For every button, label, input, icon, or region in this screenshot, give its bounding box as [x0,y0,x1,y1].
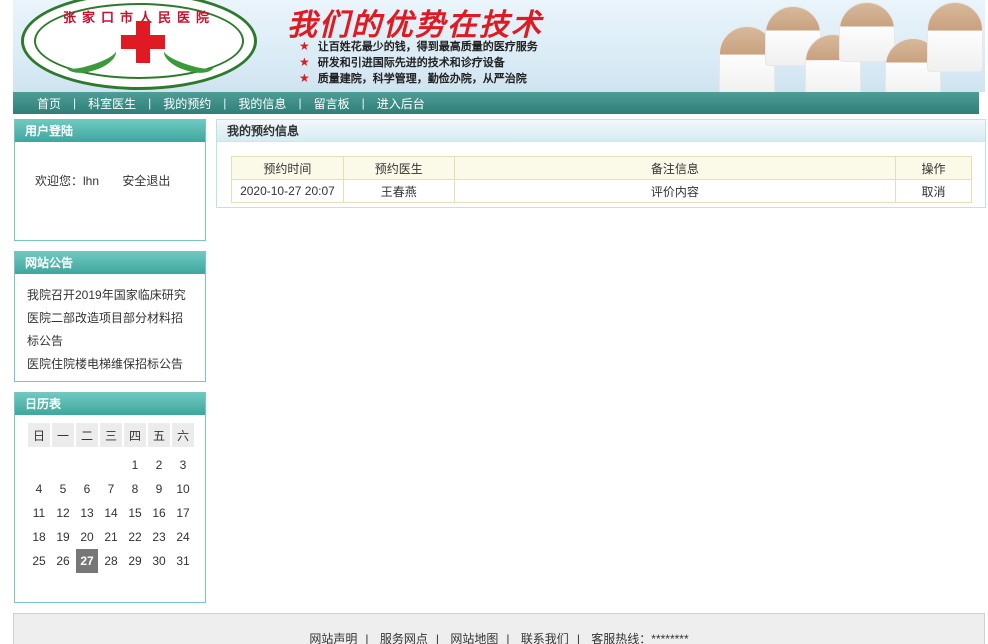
appointments-table: 预约时间 预约医生 备注信息 操作 2020-10-27 20:07 王春燕 评… [231,156,972,203]
nav-item-my-info[interactable]: 我的信息 | [238,95,313,112]
calendar-day [100,453,122,477]
appointments-panel-title: 我的预约信息 [217,120,985,142]
column-header-note: 备注信息 [453,156,897,180]
calendar-day[interactable]: 15 [124,501,146,525]
calendar-week: 4 5 6 7 8 9 10 [28,477,194,501]
calendar-day [28,453,50,477]
weekday-header: 日 [28,423,50,447]
footer-link-service-points[interactable]: 服务网点 [380,632,428,644]
nav-item-admin[interactable]: 进入后台 [377,95,425,112]
calendar-day[interactable]: 31 [172,549,194,573]
star-icon: ★ [299,39,310,53]
main-nav: 首页 | 科室医生 | 我的预约 | 我的信息 | 留言板 | 进入后台 [13,92,979,114]
calendar-day[interactable]: 27 [76,549,98,573]
footer-link-sitemap[interactable]: 网站地图 [450,632,498,644]
table-row: 2020-10-27 20:07 王春燕 评价内容 取消 [231,179,972,203]
calendar-day[interactable]: 26 [52,549,74,573]
doctors-photo [713,0,985,92]
banner-bullet: ★ 研发和引进国际先进的技术和诊疗设备 [299,55,505,69]
nav-item-home[interactable]: 首页 | [37,95,88,112]
calendar-day[interactable]: 1 [124,453,146,477]
login-panel-title: 用户登陆 [15,120,205,142]
calendar-day[interactable]: 24 [172,525,194,549]
cancel-appointment-link[interactable]: 取消 [895,179,972,203]
calendar-day[interactable]: 7 [100,477,122,501]
column-header-time: 预约时间 [231,156,344,180]
notice-item[interactable]: 医院二部改造项目部分材料招标公告 [27,307,193,353]
calendar-day[interactable]: 22 [124,525,146,549]
calendar-day[interactable]: 9 [148,477,170,501]
nav-item-message-board[interactable]: 留言板 | [314,95,377,112]
calendar-day[interactable]: 20 [76,525,98,549]
calendar-day[interactable]: 10 [172,477,194,501]
calendar-day[interactable]: 16 [148,501,170,525]
calendar-day[interactable]: 29 [124,549,146,573]
notice-item[interactable]: 我院召开2019年国家临床研究 [27,284,193,307]
calendar-day [52,453,74,477]
calendar-day[interactable]: 5 [52,477,74,501]
calendar-day[interactable]: 19 [52,525,74,549]
banner-bullet: ★ 质量建院，科学管理，勤俭办院，从严治院 [299,71,527,85]
footer-link-contact[interactable]: 联系我们 [521,632,569,644]
doctor-figure [839,2,895,62]
doctor-figure [927,2,983,72]
nav-item-my-appointments[interactable]: 我的预约 | [163,95,238,112]
column-header-action: 操作 [895,156,972,180]
calendar-day[interactable]: 12 [52,501,74,525]
notice-panel: 网站公告 我院召开2019年国家临床研究 医院二部改造项目部分材料招标公告 医院… [14,251,206,382]
appointment-note: 评价内容 [453,179,897,203]
calendar-day[interactable]: 3 [172,453,194,477]
hospital-logo: 张家口市人民医院 [21,0,257,90]
weekday-header: 一 [52,423,74,447]
login-panel: 用户登陆 欢迎您：lhn 安全退出 [14,119,206,241]
notice-list: 我院召开2019年国家临床研究 医院二部改造项目部分材料招标公告 医院住院楼电梯… [15,274,205,376]
footer-link-statement[interactable]: 网站声明 [309,632,357,644]
column-header-doctor: 预约医生 [342,156,455,180]
calendar-day[interactable]: 18 [28,525,50,549]
calendar-week: 11 12 13 14 15 16 17 [28,501,194,525]
appointment-doctor: 王春燕 [342,179,455,203]
notice-panel-title: 网站公告 [15,252,205,274]
calendar-panel-title: 日历表 [15,393,205,415]
calendar-week: 25 26 27 28 29 30 31 [28,549,194,573]
calendar-week: 18 19 20 21 22 23 24 [28,525,194,549]
banner-bullets: ★ 让百姓花最少的钱，得到最高质量的医疗服务 ★ 研发和引进国际先进的技术和诊疗设备… [299,38,538,86]
footer-hotline: 客服热线：******** [591,632,689,644]
appointments-panel: 我的预约信息 预约时间 预约医生 备注信息 操作 2020-10-27 20:0… [216,119,986,208]
calendar-day[interactable]: 2 [148,453,170,477]
calendar-panel: 日历表 日 一 二 三 四 五 六 1 2 3 4 5 6 7 8 9 10 11 12 13 14 15 1… [14,392,206,603]
calendar-day[interactable]: 23 [148,525,170,549]
calendar-day[interactable]: 6 [76,477,98,501]
logout-link[interactable]: 安全退出 [122,174,170,188]
weekday-header: 四 [124,423,146,447]
calendar-day[interactable]: 11 [28,501,50,525]
calendar-day [76,453,98,477]
calendar-day[interactable]: 14 [100,501,122,525]
calendar-day[interactable]: 30 [148,549,170,573]
appointment-time: 2020-10-27 20:07 [231,179,344,203]
banner-bullet: ★ 让百姓花最少的钱，得到最高质量的医疗服务 [299,39,538,53]
weekday-header: 三 [100,423,122,447]
calendar-grid: 日 一 二 三 四 五 六 1 2 3 4 5 6 7 8 9 10 11 12 13 14 15 16 17 1… [26,423,196,573]
star-icon: ★ [299,71,310,85]
calendar-days: 1 2 3 4 5 6 7 8 9 10 11 12 13 14 15 16 17 18 19 20 21 22 23 24 2… [28,453,194,573]
site-banner: 张家口市人民医院 我们的优势在技术 ★ 让百姓花最少的钱，得到最高质量的医疗服务 … [13,0,985,92]
calendar-day[interactable]: 17 [172,501,194,525]
welcome-text: 欢迎您：lhn [35,174,100,188]
calendar-day[interactable]: 13 [76,501,98,525]
notice-item[interactable]: 医院住院楼电梯维保招标公告 [27,353,193,376]
calendar-week: 123 [28,453,194,477]
nav-item-departments[interactable]: 科室医生 | [88,95,163,112]
weekday-header: 五 [148,423,170,447]
star-icon: ★ [299,55,310,69]
calendar-day[interactable]: 25 [28,549,50,573]
calendar-day[interactable]: 8 [124,477,146,501]
site-footer: 网站声明 | 服务网点 | 网站地图 | 联系我们 | 客服热线：******** [13,613,985,644]
weekday-header: 六 [172,423,194,447]
calendar-day[interactable]: 4 [28,477,50,501]
weekday-header: 二 [76,423,98,447]
calendar-day[interactable]: 28 [100,549,122,573]
calendar-day[interactable]: 21 [100,525,122,549]
